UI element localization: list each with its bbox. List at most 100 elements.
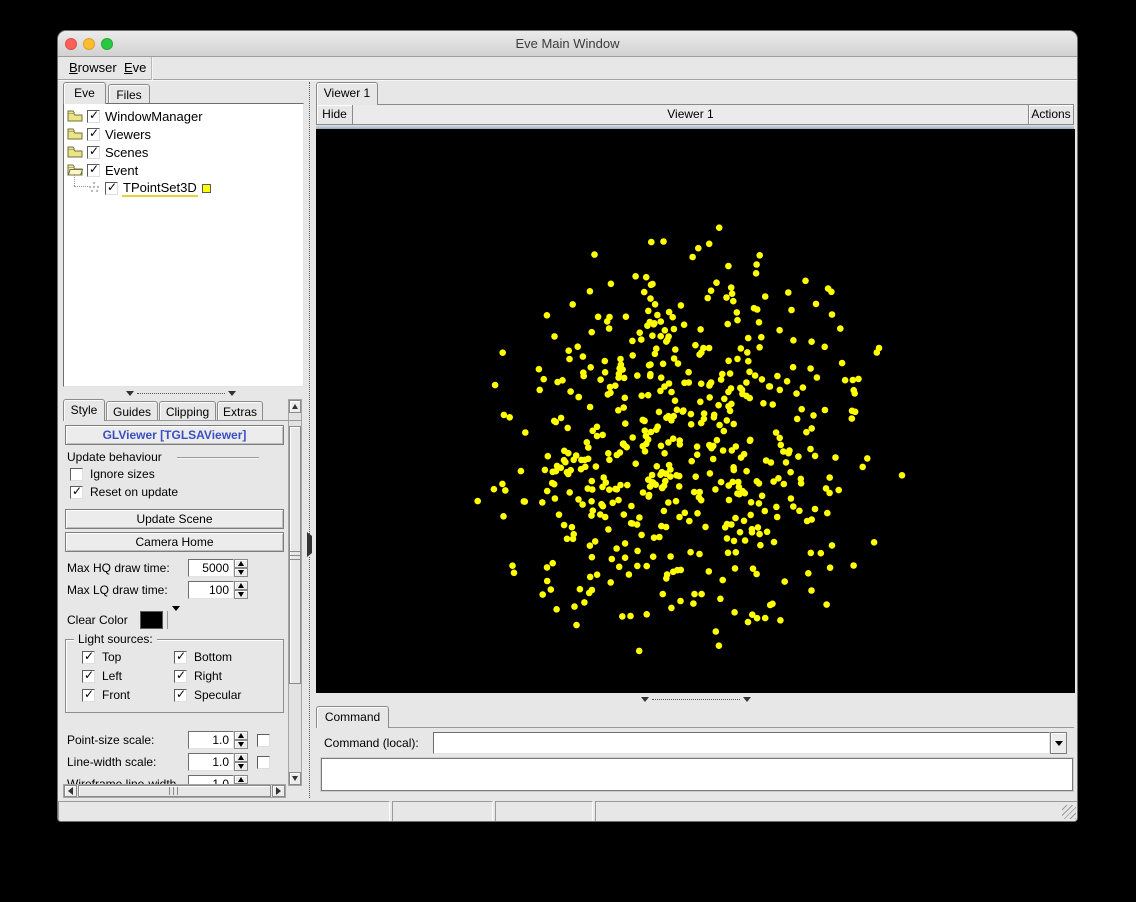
zoom-button[interactable] bbox=[101, 38, 113, 50]
max-lq-spinner[interactable]: 100 bbox=[188, 581, 248, 599]
tree-item-label[interactable]: WindowManager bbox=[104, 109, 204, 124]
clear-color-dropdown-icon[interactable] bbox=[172, 611, 180, 629]
reset-on-update-label: Reset on update bbox=[90, 485, 178, 499]
desktop-background: Eve Main Window Browser Eve Eve Files Wi… bbox=[0, 0, 1136, 902]
command-dropdown-icon[interactable] bbox=[1050, 732, 1067, 754]
spin-up-icon[interactable] bbox=[234, 581, 248, 590]
tab-clipping[interactable]: Clipping bbox=[159, 401, 216, 420]
line-width-checkbox[interactable] bbox=[257, 756, 270, 769]
point-size-spinner[interactable]: 1.0 bbox=[188, 731, 248, 749]
tree-item-event[interactable]: Event bbox=[67, 162, 139, 179]
spin-down-icon[interactable] bbox=[234, 590, 248, 599]
light-bottom-checkbox[interactable] bbox=[174, 651, 187, 664]
light-sources-title: Light sources: bbox=[74, 632, 157, 646]
camera-home-button[interactable]: Camera Home bbox=[65, 532, 284, 552]
update-behaviour-rule bbox=[177, 457, 259, 458]
wireframe-width-value[interactable]: 1.0 bbox=[188, 775, 234, 784]
light-front-checkbox[interactable] bbox=[82, 689, 95, 702]
menu-eve[interactable]: Eve bbox=[122, 57, 148, 79]
close-button[interactable] bbox=[65, 38, 77, 50]
menu-browser[interactable]: Browser bbox=[67, 57, 119, 79]
spin-up-icon[interactable] bbox=[234, 559, 248, 568]
tab-eve[interactable]: Eve bbox=[63, 82, 106, 104]
ignore-sizes-checkbox[interactable] bbox=[70, 468, 83, 481]
scroll-up-icon[interactable] bbox=[289, 400, 301, 413]
viewer-undock-bar: Hide Viewer 1 Actions bbox=[316, 104, 1074, 125]
minimize-button[interactable] bbox=[83, 38, 95, 50]
command-input[interactable] bbox=[433, 732, 1050, 754]
glviewer-class-button[interactable]: GLViewer [TGLSAViewer] bbox=[65, 425, 284, 445]
light-right-checkbox[interactable] bbox=[174, 670, 187, 683]
wireframe-width-spinner[interactable]: 1.0 bbox=[188, 775, 248, 784]
color-marker[interactable] bbox=[202, 184, 211, 193]
scroll-right-icon[interactable] bbox=[272, 785, 285, 797]
spin-up-icon[interactable] bbox=[234, 731, 248, 740]
tree-item-scenes[interactable]: Scenes bbox=[67, 144, 149, 161]
folder-icon bbox=[67, 109, 83, 125]
editor-vscrollbar[interactable] bbox=[288, 399, 302, 786]
light-left-checkbox[interactable] bbox=[82, 670, 95, 683]
editor-hscrollbar[interactable] bbox=[63, 784, 286, 798]
tree-checkbox[interactable] bbox=[87, 110, 100, 123]
update-scene-button[interactable]: Update Scene bbox=[65, 509, 284, 529]
spin-down-icon[interactable] bbox=[234, 740, 248, 749]
splitter-arrow-icon[interactable] bbox=[307, 534, 312, 556]
gl-viewport[interactable] bbox=[316, 129, 1075, 693]
hscroll-thumb[interactable] bbox=[78, 785, 271, 797]
tree-checkbox[interactable] bbox=[87, 164, 100, 177]
tab-style[interactable]: Style bbox=[63, 399, 105, 421]
viewer-command-splitter[interactable] bbox=[316, 693, 1075, 706]
spin-down-icon[interactable] bbox=[234, 568, 248, 577]
line-width-spinner[interactable]: 1.0 bbox=[188, 753, 248, 771]
tab-extras[interactable]: Extras bbox=[217, 401, 263, 420]
command-output-area[interactable] bbox=[321, 758, 1073, 791]
reset-on-update-checkbox[interactable] bbox=[70, 486, 83, 499]
max-hq-row: Max HQ draw time: 5000 bbox=[67, 559, 248, 577]
line-width-value[interactable]: 1.0 bbox=[188, 753, 234, 771]
titlebar[interactable]: Eve Main Window bbox=[58, 31, 1077, 57]
actions-button[interactable]: Actions bbox=[1028, 105, 1073, 124]
light-top-checkbox[interactable] bbox=[82, 651, 95, 664]
clear-color-separator bbox=[167, 611, 168, 629]
tab-guides[interactable]: Guides bbox=[106, 401, 158, 420]
tree-item-label[interactable]: Scenes bbox=[104, 145, 149, 160]
clear-color-swatch[interactable] bbox=[140, 611, 163, 629]
light-bottom-label: Bottom bbox=[194, 650, 232, 664]
tree-checkbox[interactable] bbox=[87, 146, 100, 159]
tree-checkbox[interactable] bbox=[105, 182, 118, 195]
tree-item-tpointset3d[interactable]: TPointSet3D bbox=[88, 180, 211, 197]
command-combobox[interactable] bbox=[433, 732, 1067, 754]
tree-item-windowmanager[interactable]: WindowManager bbox=[67, 108, 204, 125]
resize-grip[interactable] bbox=[1062, 805, 1076, 819]
point-size-checkbox[interactable] bbox=[257, 734, 270, 747]
tab-files-label: Files bbox=[116, 88, 141, 102]
point-size-value[interactable]: 1.0 bbox=[188, 731, 234, 749]
status-cell bbox=[392, 801, 493, 822]
max-lq-value[interactable]: 100 bbox=[188, 581, 234, 599]
max-hq-value[interactable]: 5000 bbox=[188, 559, 234, 577]
tree-item-label[interactable]: Event bbox=[104, 163, 139, 178]
spin-down-icon[interactable] bbox=[234, 762, 248, 771]
panel-splitter[interactable] bbox=[304, 82, 316, 798]
tab-viewer-1-label: Viewer 1 bbox=[324, 86, 370, 100]
scroll-left-icon[interactable] bbox=[64, 785, 77, 797]
max-lq-label: Max LQ draw time: bbox=[67, 583, 188, 597]
viewer-title[interactable]: Viewer 1 bbox=[353, 105, 1028, 124]
tree-item-viewers[interactable]: Viewers bbox=[67, 126, 152, 143]
hide-button[interactable]: Hide bbox=[317, 105, 353, 124]
max-hq-spinner[interactable]: 5000 bbox=[188, 559, 248, 577]
wireframe-width-label: Wireframe line-width bbox=[67, 777, 188, 784]
splitter-dots bbox=[137, 393, 225, 394]
spin-up-icon[interactable] bbox=[234, 753, 248, 762]
tab-viewer-1[interactable]: Viewer 1 bbox=[316, 82, 378, 105]
spin-up-icon[interactable] bbox=[234, 775, 248, 784]
tree-item-label[interactable]: Viewers bbox=[104, 127, 152, 142]
vscroll-thumb[interactable] bbox=[289, 426, 301, 684]
tree-editor-splitter[interactable] bbox=[58, 387, 304, 399]
tab-command[interactable]: Command bbox=[316, 706, 389, 728]
tab-files[interactable]: Files bbox=[108, 84, 150, 103]
tree-item-label[interactable]: TPointSet3D bbox=[122, 180, 198, 197]
light-specular-checkbox[interactable] bbox=[174, 689, 187, 702]
scroll-down-icon[interactable] bbox=[289, 772, 301, 785]
tree-checkbox[interactable] bbox=[87, 128, 100, 141]
